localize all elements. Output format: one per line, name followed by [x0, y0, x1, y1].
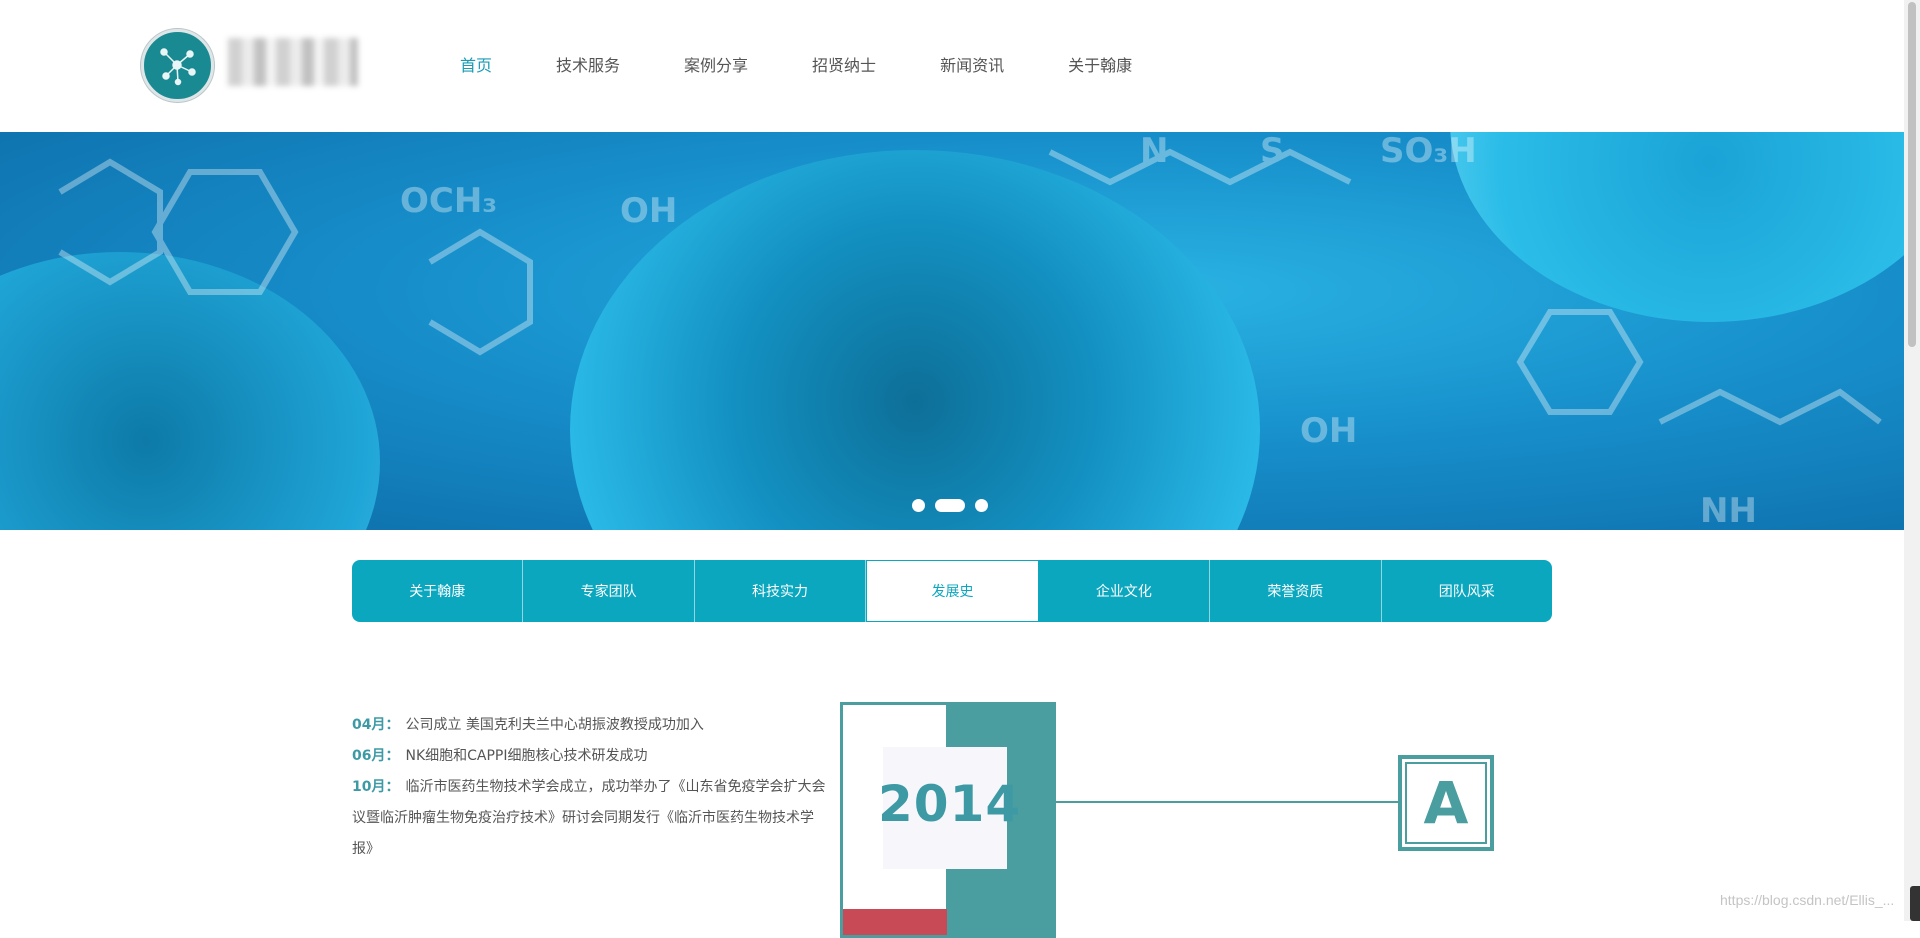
tab-honors[interactable]: 荣誉资质: [1210, 560, 1382, 622]
nav-news[interactable]: 新闻资讯: [940, 52, 1004, 80]
nav-home[interactable]: 首页: [460, 52, 492, 80]
label-s: S: [1260, 132, 1285, 171]
about-subnav: 关于翰康 专家团队 科技实力 发展史 企业文化 荣誉资质 团队风采: [352, 560, 1552, 622]
label-so3h: SO₃H: [1380, 132, 1477, 171]
tab-culture[interactable]: 企业文化: [1039, 560, 1211, 622]
molecule-overlay: OCH₃ OH N S SO₃H OH NH: [58, 132, 1882, 530]
event-text: 公司成立 美国克利夫兰中心胡振波教授成功加入: [405, 717, 704, 733]
label-oh: OH: [620, 191, 677, 231]
site-header: 首页 技术服务 案例分享 招贤纳士 新闻资讯 关于翰康: [0, 0, 1904, 132]
tab-team-style[interactable]: 团队风采: [1382, 560, 1552, 622]
scrollbar-thumb[interactable]: [1908, 2, 1916, 347]
year-card: 2014: [840, 702, 1056, 938]
tab-history[interactable]: 发展史: [866, 560, 1039, 622]
history-event: 10月： 临沂市医药生物技术学会成立，成功举办了《山东省免疫学会扩大会议暨临沂肿瘤…: [352, 772, 832, 865]
event-text: NK细胞和CAPPI细胞核心技术研发成功: [405, 748, 648, 764]
year-label: 2014: [878, 775, 1022, 833]
tab-tech-strength[interactable]: 科技实力: [695, 560, 867, 622]
tab-about[interactable]: 关于翰康: [352, 560, 524, 622]
history-events: 04月： 公司成立 美国克利夫兰中心胡振波教授成功加入 06月： NK细胞和CAPP…: [352, 710, 832, 865]
nav-about[interactable]: 关于翰康: [1068, 52, 1132, 80]
carousel-dot-3[interactable]: [975, 499, 988, 512]
event-month: 04月：: [352, 717, 400, 733]
event-month: 06月：: [352, 748, 400, 764]
nav-case-sharing[interactable]: 案例分享: [684, 52, 748, 80]
logo-wordmark-blurred: [228, 38, 358, 86]
history-event: 06月： NK细胞和CAPPI细胞核心技术研发成功: [352, 741, 832, 772]
nav-careers[interactable]: 招贤纳士: [812, 52, 876, 80]
timeline-connector: [1053, 801, 1398, 803]
carousel-dot-1[interactable]: [912, 499, 925, 512]
nav-tech-services[interactable]: 技术服务: [556, 52, 620, 80]
label-n: N: [1140, 132, 1168, 171]
label-oh-2: OH: [1300, 411, 1357, 451]
logo-icon[interactable]: [141, 29, 214, 102]
event-month: 10月：: [352, 779, 400, 795]
watermark-text: https://blog.csdn.net/Ellis_...: [1720, 892, 1895, 908]
main-nav: 首页 技术服务 案例分享 招贤纳士 新闻资讯 关于翰康: [460, 52, 1196, 80]
carousel-indicators: [912, 499, 988, 512]
year-card-red-strip: [843, 909, 947, 935]
label-nh: NH: [1700, 491, 1757, 530]
hero-banner: OCH₃ OH N S SO₃H OH NH: [0, 132, 1904, 530]
carousel-dot-2[interactable]: [935, 499, 965, 512]
side-handle[interactable]: [1910, 886, 1920, 921]
timeline-marker: A: [1398, 755, 1494, 851]
event-text: 临沂市医药生物技术学会成立，成功举办了《山东省免疫学会扩大会议暨临沂肿瘤生物免疫…: [352, 779, 826, 857]
history-event: 04月： 公司成立 美国克利夫兰中心胡振波教授成功加入: [352, 710, 832, 741]
tab-expert-team[interactable]: 专家团队: [523, 560, 695, 622]
page-scrollbar[interactable]: [1904, 0, 1920, 921]
label-och3: OCH₃: [400, 181, 497, 221]
